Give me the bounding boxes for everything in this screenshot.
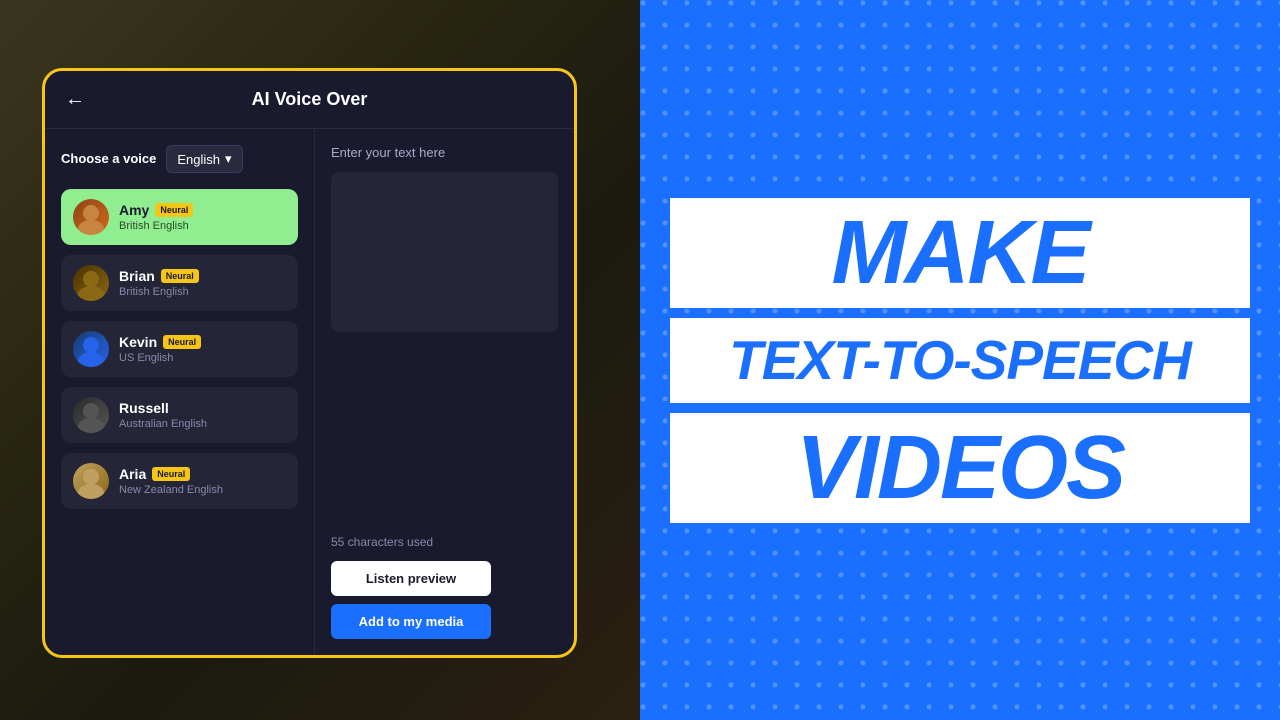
voice-name-aria: Aria (119, 466, 146, 482)
voice-item-russell[interactable]: Russell Australian English (61, 387, 298, 443)
avatar-aria (73, 463, 109, 499)
text-area-wrapper: Hi! My name is Amy. I will read any text… (331, 172, 558, 515)
text-panel: Enter your text here Hi! My name is Amy.… (315, 129, 574, 655)
voice-lang-aria: New Zealand English (119, 484, 286, 496)
voice-lang-kevin: US English (119, 352, 286, 364)
app-header: ← AI Voice Over (45, 71, 574, 129)
buttons-row: Listen preview Add to my media (331, 561, 558, 639)
voice-name-brian: Brian (119, 268, 155, 284)
add-to-media-button[interactable]: Add to my media (331, 604, 491, 639)
voice-info-kevin: Kevin Neural US English (119, 334, 286, 364)
text-input[interactable] (331, 172, 558, 332)
voice-name-kevin: Kevin (119, 334, 157, 350)
avatar-brian (73, 265, 109, 301)
neural-badge-amy: Neural (155, 203, 193, 217)
language-value: English (177, 152, 220, 167)
voice-name-row-russell: Russell (119, 400, 286, 416)
voice-name-row-amy: Amy Neural (119, 202, 286, 218)
voice-name-russell: Russell (119, 400, 169, 416)
choose-voice-label: Choose a voice (61, 151, 156, 168)
text-input-label: Enter your text here (331, 145, 558, 160)
listen-preview-button[interactable]: Listen preview (331, 561, 491, 596)
voice-info-russell: Russell Australian English (119, 400, 286, 430)
voice-lang-brian: British English (119, 286, 286, 298)
back-button[interactable]: ← (65, 88, 85, 111)
voice-item-aria[interactable]: Aria Neural New Zealand English (61, 453, 298, 509)
voice-info-brian: Brian Neural British English (119, 268, 286, 298)
language-select[interactable]: English ▾ (166, 145, 242, 173)
voice-header: Choose a voice English ▾ (61, 145, 298, 173)
neural-badge-kevin: Neural (163, 335, 201, 349)
avatar-kevin (73, 331, 109, 367)
app-window: ← AI Voice Over Choose a voice English ▾ (42, 68, 577, 658)
app-title: AI Voice Over (252, 89, 368, 110)
voice-item-brian[interactable]: Brian Neural British English (61, 255, 298, 311)
headline-make: MAKE (670, 198, 1250, 308)
neural-badge-aria: Neural (152, 467, 190, 481)
voice-lang-amy: British English (119, 220, 286, 232)
voice-info-amy: Amy Neural British English (119, 202, 286, 232)
voice-name-row-kevin: Kevin Neural (119, 334, 286, 350)
voice-lang-russell: Australian English (119, 418, 286, 430)
voice-item-kevin[interactable]: Kevin Neural US English (61, 321, 298, 377)
voice-name-amy: Amy (119, 202, 149, 218)
right-overlay: MAKE TEXT-TO-SPEECH VIDEOS (640, 0, 1280, 720)
voice-name-row-brian: Brian Neural (119, 268, 286, 284)
avatar-russell (73, 397, 109, 433)
neural-badge-brian: Neural (161, 269, 199, 283)
avatar-amy (73, 199, 109, 235)
voice-item-amy[interactable]: Amy Neural British English (61, 189, 298, 245)
headline-tts: TEXT-TO-SPEECH (670, 318, 1250, 403)
char-count: 55 characters used (331, 535, 558, 549)
chevron-down-icon: ▾ (225, 151, 232, 167)
voice-name-row-aria: Aria Neural (119, 466, 286, 482)
voices-panel: Choose a voice English ▾ Amy Neural Brit… (45, 129, 315, 655)
app-content: Choose a voice English ▾ Amy Neural Brit… (45, 129, 574, 655)
voice-info-aria: Aria Neural New Zealand English (119, 466, 286, 496)
headline-videos: VIDEOS (670, 413, 1250, 523)
